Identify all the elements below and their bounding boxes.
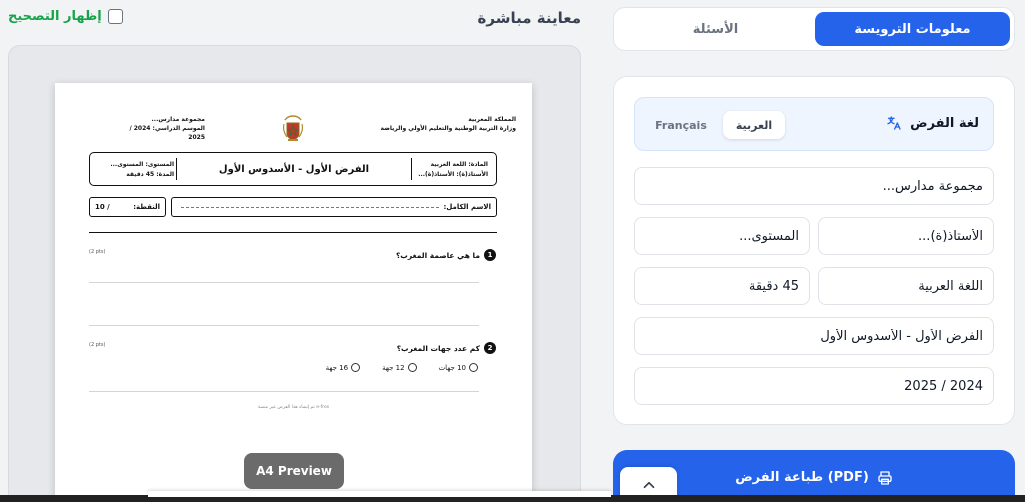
sheet-school: مجموعة مدارس... bbox=[151, 116, 205, 123]
sheet-grade-box: النقطة: / 10 bbox=[89, 197, 166, 217]
sheet-subject: المادة: اللغة العربية bbox=[430, 161, 488, 168]
school-name-input[interactable] bbox=[634, 167, 994, 205]
sheet-grade-value: / 10 bbox=[95, 203, 110, 211]
language-title-label: لغة الفرض bbox=[910, 115, 979, 131]
sheet-duration: المدة: 45 دقيقة bbox=[126, 171, 174, 178]
option-item: 16 جهة bbox=[325, 363, 361, 372]
sheet-level: المستوى: المستوى... bbox=[110, 161, 174, 168]
translate-icon bbox=[887, 116, 901, 130]
print-button-label: طباعة الفرض (PDF) bbox=[735, 470, 869, 485]
chevron-up-icon bbox=[643, 481, 654, 488]
question-2: 2 كم عدد جهات المغرب؟ bbox=[397, 342, 496, 354]
subject-input[interactable] bbox=[818, 267, 994, 305]
question-2-number: 2 bbox=[484, 342, 496, 354]
exam-sheet: المملكة المغربية وزارة التربية الوطنية و… bbox=[55, 83, 532, 502]
sheet-kingdom: المملكة المغربية bbox=[468, 116, 516, 123]
radio-icon bbox=[469, 363, 478, 372]
answer-line bbox=[89, 282, 479, 283]
sheet-ministry: وزارة التربية الوطنية والتعليم الأولي وا… bbox=[380, 125, 516, 132]
header-info-card: لغة الفرض العربية Français bbox=[613, 76, 1015, 425]
sheet-year: الموسم الدراسي: 2024 / 2025 bbox=[129, 125, 205, 141]
radio-icon bbox=[407, 363, 417, 372]
printer-icon bbox=[878, 471, 892, 485]
sheet-level-duration: المستوى: المستوى... المدة: 45 دقيقة bbox=[98, 160, 174, 180]
language-option-french[interactable]: Français bbox=[651, 111, 711, 139]
show-correction-checkbox[interactable] bbox=[107, 9, 123, 24]
duration-input[interactable] bbox=[634, 267, 810, 305]
teacher-input[interactable] bbox=[818, 217, 994, 255]
sheet-teacher: الأستاذ(ة): الأستاذ(ة)... bbox=[418, 171, 488, 178]
bottom-strip-highlight bbox=[148, 491, 611, 497]
answer-line bbox=[89, 391, 479, 392]
answer-line bbox=[89, 325, 479, 326]
sheet-grade-label: النقطة: bbox=[133, 203, 160, 211]
a4-preview-badge: A4 Preview bbox=[244, 453, 344, 489]
question-1: 1 ما هي عاصمة المغرب؟ bbox=[396, 249, 496, 261]
tab-header-info[interactable]: معلومات الترويسة bbox=[815, 12, 1010, 46]
radio-icon bbox=[351, 363, 361, 372]
option-label: 12 جهة bbox=[382, 363, 405, 372]
language-selector: لغة الفرض العربية Français bbox=[634, 97, 994, 151]
moroccan-emblem-icon bbox=[283, 115, 303, 141]
option-item: 10 جهات bbox=[439, 363, 478, 372]
sheet-exam-title: الفرض الأول - الأسدوس الأول bbox=[176, 158, 412, 180]
option-label: 10 جهات bbox=[438, 363, 466, 372]
language-title: لغة الفرض bbox=[886, 115, 979, 131]
question-2-options: 10 جهات 12 جهة 16 جهة bbox=[326, 363, 478, 372]
question-2-points: (2 pts) bbox=[89, 342, 106, 348]
show-correction-toggle[interactable]: إظهار التصحيح bbox=[8, 9, 123, 24]
sheet-ministry-block: المملكة المغربية وزارة التربية الوطنية و… bbox=[366, 115, 516, 133]
level-input[interactable] bbox=[634, 217, 810, 255]
school-year-input[interactable] bbox=[634, 367, 994, 405]
show-correction-label: إظهار التصحيح bbox=[8, 9, 102, 24]
exam-title-input[interactable] bbox=[634, 317, 994, 355]
question-1-number: 1 bbox=[484, 249, 496, 261]
language-option-arabic[interactable]: العربية bbox=[723, 111, 785, 139]
sheet-school-block: مجموعة مدارس... الموسم الدراسي: 2024 / 2… bbox=[115, 115, 205, 142]
sheet-name-dots bbox=[181, 206, 440, 208]
sheet-header-box: المادة: اللغة العربية الأستاذ(ة): الأستا… bbox=[89, 152, 497, 186]
tab-questions[interactable]: الأسئلة bbox=[618, 12, 813, 46]
sheet-name-label: الاسم الكامل: bbox=[443, 203, 491, 211]
question-1-points: (2 pts) bbox=[89, 249, 106, 255]
question-2-text: كم عدد جهات المغرب؟ bbox=[396, 343, 480, 353]
live-preview-title: معاينة مباشرة bbox=[477, 9, 581, 27]
option-item: 12 جهة bbox=[382, 363, 417, 372]
option-label: 16 جهة bbox=[325, 363, 349, 372]
sheet-subject-teacher: المادة: اللغة العربية الأستاذ(ة): الأستا… bbox=[408, 160, 488, 180]
question-1-text: ما هي عاصمة المغرب؟ bbox=[395, 250, 480, 260]
sheet-name-box: الاسم الكامل: bbox=[171, 197, 497, 217]
sheet-divider bbox=[89, 232, 497, 233]
tab-bar: معلومات الترويسة الأسئلة bbox=[613, 7, 1015, 51]
sheet-footer-note: تم إنشاء هذا الفرض عبر منصة e-fros bbox=[257, 405, 330, 410]
